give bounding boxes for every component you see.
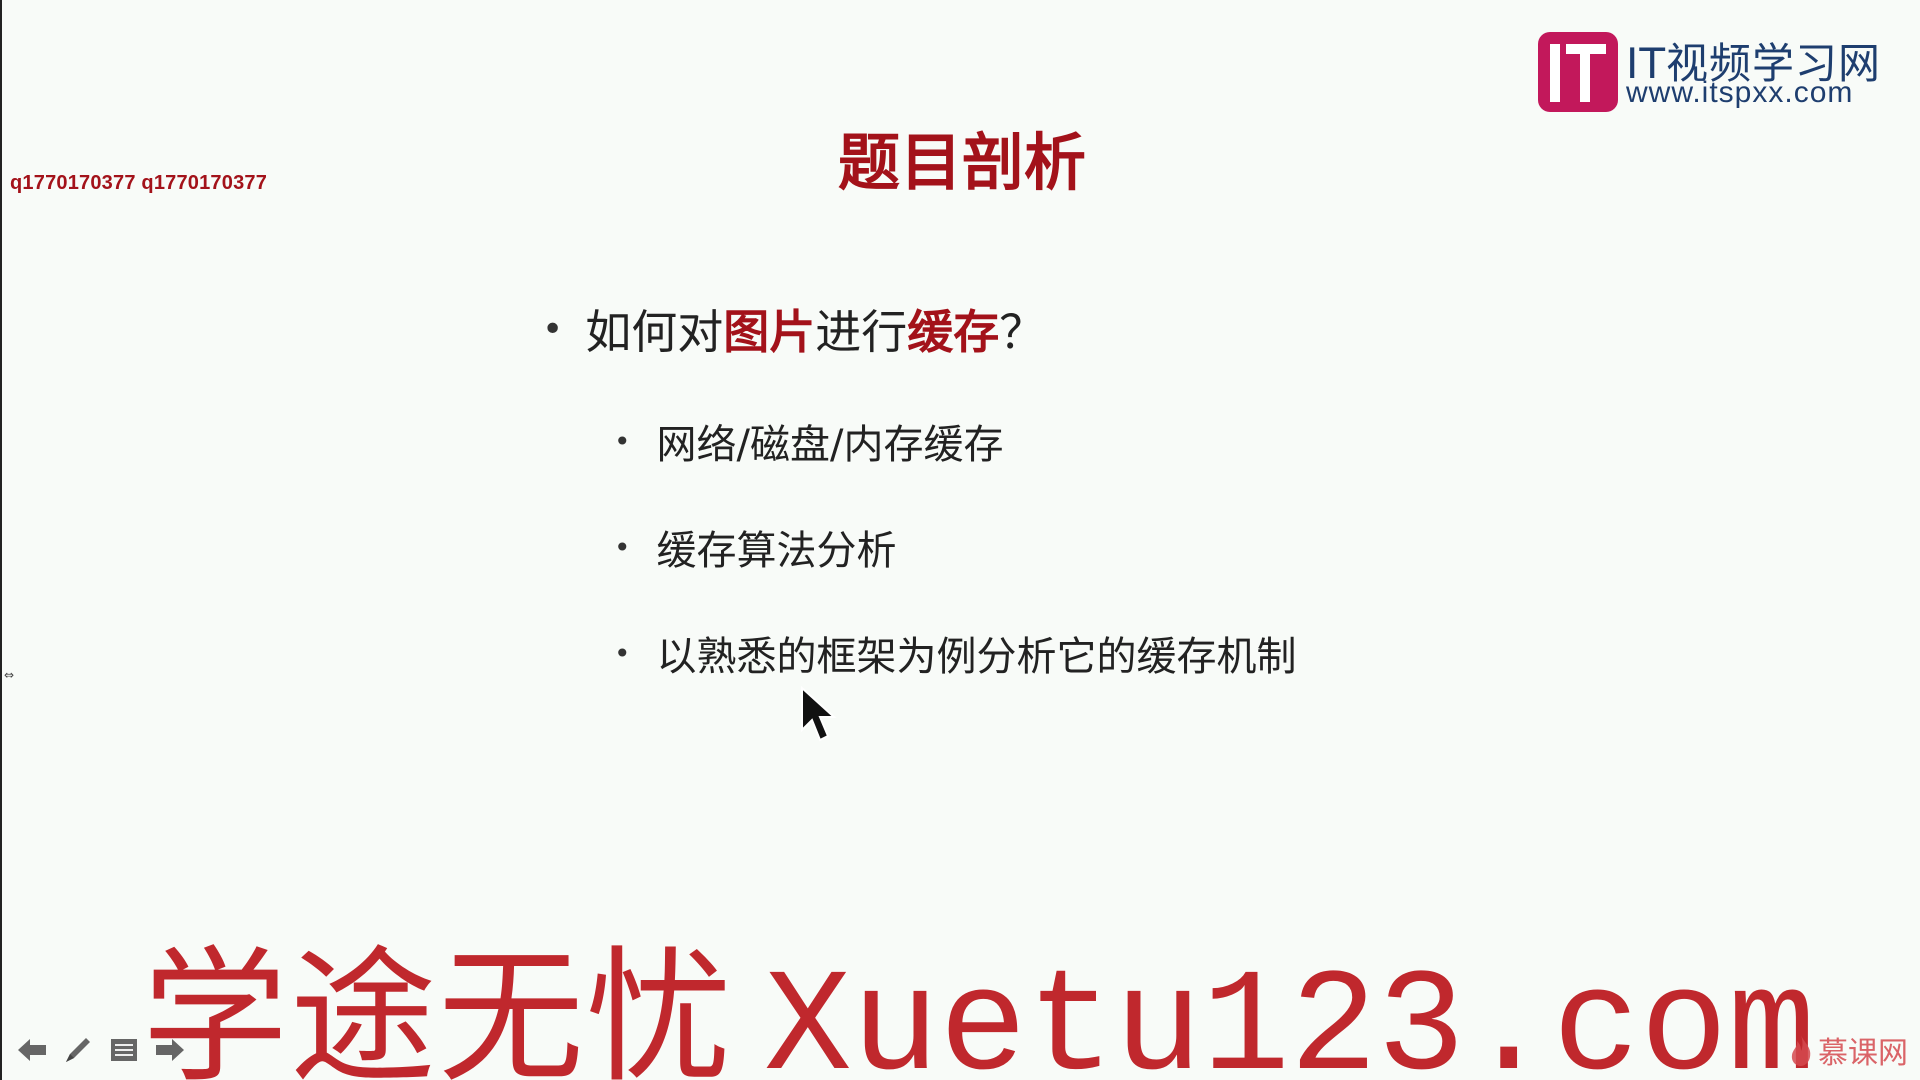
resize-handle-icon[interactable]: ⇔ xyxy=(4,668,14,682)
sub-bullet-text: 缓存算法分析 xyxy=(656,528,897,574)
slide-menu-icon xyxy=(111,1039,137,1061)
watermark-cjk: 学途无忧 xyxy=(142,933,734,1080)
flame-icon xyxy=(1791,1035,1811,1066)
bullet-dot-icon: • xyxy=(614,530,631,564)
slide-title-text: 题目剖析 xyxy=(837,126,1086,199)
bullet-dot-icon: • xyxy=(542,308,564,350)
site-logo: IT视频学习网 www.itspxx.com xyxy=(1536,30,1906,114)
pen-icon xyxy=(66,1038,90,1062)
main-bullet-highlight-cache: 缓存 xyxy=(907,305,1000,359)
main-bullet-middle: 进行 xyxy=(815,305,908,359)
mouse-pointer-icon xyxy=(801,686,837,742)
logo-url: www.itspxx.com xyxy=(1626,76,1854,109)
bullet-dot-icon: • xyxy=(614,424,631,458)
main-bullet-suffix: ？ xyxy=(999,305,1046,359)
prev-slide-button[interactable] xyxy=(14,1034,50,1066)
main-bullet-highlight-image: 图片 xyxy=(723,305,816,359)
brand-text: 慕课网 xyxy=(1818,1036,1908,1071)
slide-menu-button[interactable] xyxy=(106,1034,142,1066)
watermark-latin: Xuetu123.com xyxy=(764,946,1816,1080)
slideshow-toolbar xyxy=(14,1034,188,1066)
slide-canvas: q1770170377 q1770170377 IT视频学习网 www.itsp… xyxy=(0,0,1920,1080)
pen-tool-button[interactable] xyxy=(60,1034,96,1066)
sub-bullet-text: 网络/磁盘/内存缓存 xyxy=(656,422,1004,468)
logo-mark-icon xyxy=(1538,32,1618,112)
bullet-dot-icon: • xyxy=(614,636,631,670)
main-bullet: • 如何对 图片 进行 缓存？ xyxy=(542,296,1045,362)
watermark: 学途无忧 Xuetu123.com xyxy=(142,900,1815,1080)
arrow-left-icon xyxy=(18,1039,46,1061)
arrow-right-icon xyxy=(156,1039,184,1061)
sub-bullet-text: 以熟悉的框架为例分析它的缓存机制 xyxy=(656,634,1297,680)
sub-bullet-1: • 网络/磁盘/内存缓存 xyxy=(614,412,1003,470)
slide-title: 题目剖析 xyxy=(2,112,1920,202)
sub-bullet-2: • 缓存算法分析 xyxy=(614,518,897,576)
main-bullet-prefix: 如何对 xyxy=(585,305,724,359)
brand-watermark: 慕课网 xyxy=(1788,1028,1908,1072)
sub-bullet-3: • 以熟悉的框架为例分析它的缓存机制 xyxy=(614,624,1297,682)
next-slide-button[interactable] xyxy=(152,1034,188,1066)
